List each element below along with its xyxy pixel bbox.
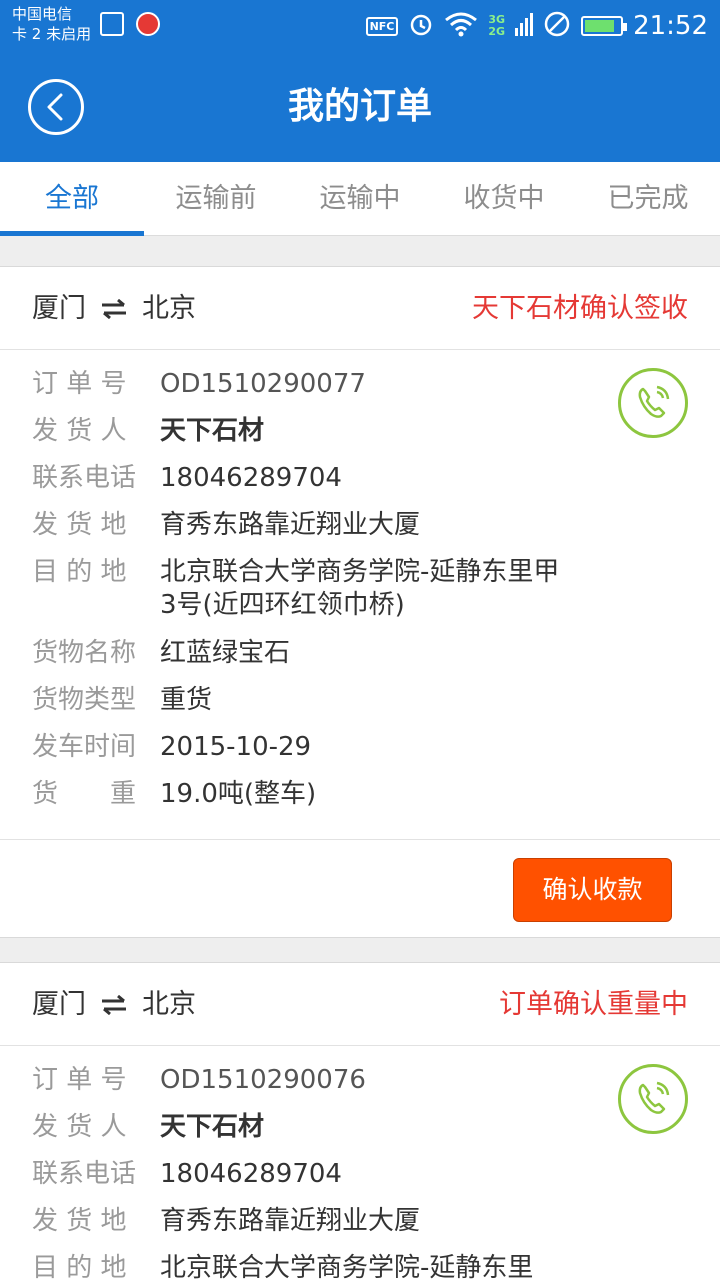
route: 厦门 北京 <box>32 267 196 350</box>
swap-arrows-icon <box>100 298 128 319</box>
order-status: 订单确认重量中 <box>499 989 688 1020</box>
origin-address: 育秀东路靠近翔业大厦 <box>160 510 421 540</box>
order-number-row: 订 单 号 OD1510290076 <box>32 1064 688 1111</box>
order-details: 订 单 号 OD1510290076 发 货 人 天下石材 联系电话 18046… <box>0 1046 720 1280</box>
depart-time-row: 发车时间 2015-10-29 <box>32 731 688 778</box>
battery-level <box>585 20 614 32</box>
confirm-payment-button[interactable]: 确认收款 <box>513 858 672 922</box>
app-notification-icon <box>136 12 160 36</box>
destination-label: 目 的 地 <box>32 557 127 587</box>
destination-row: 目 的 地 北京联合大学商务学院-延静东里 <box>32 1252 688 1280</box>
route-origin: 厦门 <box>32 293 86 324</box>
destination-row: 目 的 地 北京联合大学商务学院-延静东里甲3号(近四环红领巾桥) <box>32 556 688 637</box>
weight: 19.0吨(整车) <box>160 779 317 809</box>
goods-type: 重货 <box>160 685 213 715</box>
page-title: 我的订单 <box>287 86 432 127</box>
tab-completed[interactable]: 已完成 <box>576 162 720 235</box>
order-details: 订 单 号 OD1510290077 发 货 人 天下石材 联系电话 18046… <box>0 350 720 839</box>
depart-time: 2015-10-29 <box>160 732 312 762</box>
network-type: 3G 2G <box>488 14 505 38</box>
goods-name-label: 货物名称 <box>32 638 137 668</box>
origin-row: 发 货 地 育秀东路靠近翔业大厦 <box>32 509 688 556</box>
shipper-name: 天下石材 <box>160 416 265 446</box>
carrier-info: 中国电信 卡 2 未启用 <box>12 4 91 44</box>
order-card-header: 厦门 北京 订单确认重量中 <box>0 963 720 1046</box>
shipper-row: 发 货 人 天下石材 <box>32 1111 688 1158</box>
origin-label: 发 货 地 <box>32 1206 127 1236</box>
call-button[interactable] <box>618 1064 688 1134</box>
nfc-icon: NFC <box>365 16 399 36</box>
route: 厦门 北京 <box>32 963 196 1046</box>
order-card[interactable]: 厦门 北京 订单确认重量中 订 单 号 OD1510290076 发 货 人 天… <box>0 962 720 1280</box>
shipper-name: 天下石材 <box>160 1112 265 1142</box>
destination-address: 北京联合大学商务学院-延静东里甲3号(近四环红领巾桥) <box>160 557 560 620</box>
signal-icon <box>515 12 534 40</box>
order-card-header: 厦门 北京 天下石材确认签收 <box>0 267 720 350</box>
wifi-icon <box>444 11 478 41</box>
destination-label: 目 的 地 <box>32 1253 127 1280</box>
order-card-footer: 确认收款 <box>0 839 720 937</box>
phone-label: 联系电话 <box>32 1159 137 1189</box>
status-bar: 中国电信 卡 2 未启用 NFC 3G 2G 21:52 <box>0 0 720 52</box>
order-card[interactable]: 厦门 北京 天下石材确认签收 订 单 号 OD1510290077 发 货 人 … <box>0 266 720 938</box>
order-number-row: 订 单 号 OD1510290077 <box>32 368 688 415</box>
origin-row: 发 货 地 育秀东路靠近翔业大厦 <box>32 1205 688 1252</box>
destination-address: 北京联合大学商务学院-延静东里 <box>160 1253 534 1280</box>
alarm-icon <box>408 11 434 41</box>
call-button[interactable] <box>618 368 688 438</box>
shipper-row: 发 货 人 天下石材 <box>32 415 688 462</box>
phone-row: 联系电话 18046289704 <box>32 462 688 509</box>
goods-type-row: 货物类型 重货 <box>32 684 688 731</box>
net-2g-label: 2G <box>488 25 506 38</box>
tab-all[interactable]: 全部 <box>0 162 144 236</box>
order-number-label: 订 单 号 <box>32 369 127 399</box>
tab-in-transport[interactable]: 运输中 <box>288 162 432 235</box>
tab-before-transport[interactable]: 运输前 <box>144 162 288 235</box>
goods-name-row: 货物名称 红蓝绿宝石 <box>32 637 688 684</box>
blocked-icon <box>543 10 571 42</box>
battery-icon <box>581 16 628 36</box>
carrier-name: 中国电信 <box>12 5 73 23</box>
origin-address: 育秀东路靠近翔业大厦 <box>160 1206 421 1236</box>
tab-receiving[interactable]: 收货中 <box>432 162 576 235</box>
phone-label: 联系电话 <box>32 463 137 493</box>
depart-time-label: 发车时间 <box>32 732 137 762</box>
shipper-label: 发 货 人 <box>32 1112 127 1142</box>
phone-number: 18046289704 <box>160 1159 342 1189</box>
order-number: OD1510290076 <box>160 1065 366 1095</box>
goods-name: 红蓝绿宝石 <box>160 638 291 668</box>
phone-row: 联系电话 18046289704 <box>32 1158 688 1205</box>
weight-label: 货 重 <box>32 779 137 809</box>
order-status: 天下石材确认签收 <box>472 293 688 324</box>
route-destination: 北京 <box>142 989 196 1020</box>
goods-type-label: 货物类型 <box>32 685 137 715</box>
swap-arrows-icon <box>100 994 128 1015</box>
weight-row: 货 重 19.0吨(整车) <box>32 778 688 825</box>
order-number-label: 订 单 号 <box>32 1065 127 1095</box>
clock: 21:52 <box>633 11 708 41</box>
order-tabs: 全部 运输前 运输中 收货中 已完成 <box>0 162 720 236</box>
phone-icon <box>638 385 670 418</box>
image-icon <box>100 12 124 36</box>
phone-icon <box>638 1081 670 1114</box>
origin-label: 发 货 地 <box>32 510 127 540</box>
shipper-label: 发 货 人 <box>32 416 127 446</box>
route-origin: 厦门 <box>32 989 86 1020</box>
order-number: OD1510290077 <box>160 369 366 399</box>
app-header: 我的订单 <box>0 52 720 162</box>
route-destination: 北京 <box>142 293 196 324</box>
sim2-status: 卡 2 未启用 <box>12 25 92 43</box>
phone-number: 18046289704 <box>160 463 342 493</box>
